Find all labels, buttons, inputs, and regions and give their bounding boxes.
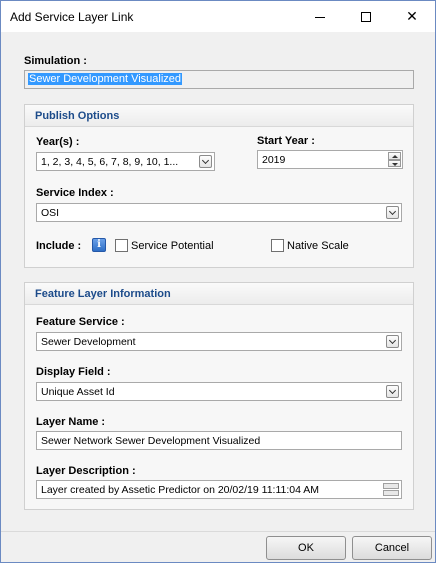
minimize-button[interactable] xyxy=(297,1,343,32)
service-potential-checkbox[interactable] xyxy=(115,239,128,252)
chevron-down-icon xyxy=(388,207,397,215)
info-icon[interactable]: i xyxy=(92,238,106,252)
simulation-field[interactable]: Sewer Development Visualized xyxy=(24,70,414,89)
feature-layer-group: Feature Layer Information Feature Servic… xyxy=(24,282,414,510)
title-bar: Add Service Layer Link ✕ xyxy=(1,1,435,32)
chevron-down-icon xyxy=(388,386,397,394)
display-field-value: Unique Asset Id xyxy=(41,386,115,398)
dialog-footer: OK Cancel xyxy=(1,531,435,562)
simulation-value: Sewer Development Visualized xyxy=(28,73,183,85)
layer-name-value: Sewer Network Sewer Development Visualiz… xyxy=(41,435,261,447)
arrow-down-icon xyxy=(392,162,398,166)
spin-up-button[interactable] xyxy=(388,152,401,160)
years-value: 1, 2, 3, 4, 5, 6, 7, 8, 9, 10, 1... xyxy=(41,156,179,168)
service-potential-label: Service Potential xyxy=(131,240,214,252)
native-scale-checkbox[interactable] xyxy=(271,239,284,252)
service-index-dropdown[interactable]: OSI xyxy=(36,203,402,222)
minimize-icon xyxy=(315,17,325,18)
native-scale-label: Native Scale xyxy=(287,240,349,252)
publish-options-group: Publish Options Year(s) : 1, 2, 3, 4, 5,… xyxy=(24,104,414,268)
close-icon: ✕ xyxy=(406,8,418,24)
layer-description-value: Layer created by Assetic Predictor on 20… xyxy=(41,484,320,496)
layer-description-input[interactable]: Layer created by Assetic Predictor on 20… xyxy=(36,480,402,499)
description-scroll-buttons[interactable] xyxy=(383,483,399,496)
ok-button[interactable]: OK xyxy=(266,536,346,560)
feature-service-dropdown-button[interactable] xyxy=(386,335,399,348)
chevron-down-icon xyxy=(201,156,210,164)
start-year-input[interactable]: 2019 xyxy=(257,150,403,169)
layer-name-input[interactable]: Sewer Network Sewer Development Visualiz… xyxy=(36,431,402,450)
years-dropdown-button[interactable] xyxy=(199,155,212,168)
service-index-value: OSI xyxy=(41,207,60,219)
display-field-dropdown[interactable]: Unique Asset Id xyxy=(36,382,402,401)
feature-service-label: Feature Service : xyxy=(36,316,125,328)
years-dropdown[interactable]: 1, 2, 3, 4, 5, 6, 7, 8, 9, 10, 1... xyxy=(36,152,215,171)
simulation-label: Simulation : xyxy=(24,55,87,67)
start-year-spinner[interactable] xyxy=(388,152,401,167)
publish-options-header: Publish Options xyxy=(25,105,413,127)
scroll-down-button[interactable] xyxy=(383,490,399,496)
feature-service-dropdown[interactable]: Sewer Development xyxy=(36,332,402,351)
display-field-label: Display Field : xyxy=(36,366,111,378)
layer-name-label: Layer Name : xyxy=(36,416,106,428)
maximize-icon xyxy=(361,11,371,22)
cancel-button[interactable]: Cancel xyxy=(352,536,432,560)
window-title: Add Service Layer Link xyxy=(10,10,134,24)
dialog-body: Simulation : Sewer Development Visualize… xyxy=(1,32,435,562)
arrow-up-icon xyxy=(392,155,398,158)
chevron-down-icon xyxy=(388,336,397,344)
include-label: Include : xyxy=(36,240,82,252)
dialog-window: Add Service Layer Link ✕ Simulation : Se… xyxy=(0,0,436,563)
spin-down-button[interactable] xyxy=(388,159,401,167)
feature-service-value: Sewer Development xyxy=(41,336,136,348)
close-button[interactable]: ✕ xyxy=(389,1,435,32)
layer-description-label: Layer Description : xyxy=(36,465,136,477)
service-index-label: Service Index : xyxy=(36,187,114,199)
start-year-label: Start Year : xyxy=(257,135,315,147)
years-label: Year(s) : xyxy=(36,136,80,148)
feature-layer-header: Feature Layer Information xyxy=(25,283,413,305)
service-index-dropdown-button[interactable] xyxy=(386,206,399,219)
display-field-dropdown-button[interactable] xyxy=(386,385,399,398)
maximize-button[interactable] xyxy=(343,1,389,32)
scroll-up-button[interactable] xyxy=(383,483,399,489)
start-year-value: 2019 xyxy=(262,154,286,166)
